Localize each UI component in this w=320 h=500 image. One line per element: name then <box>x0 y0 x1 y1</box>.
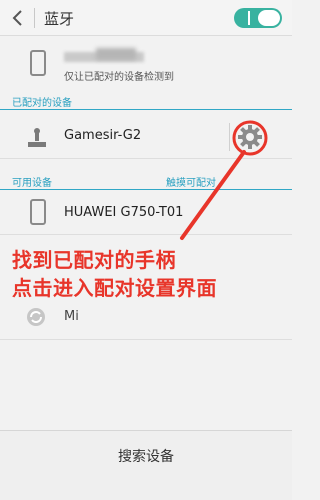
phone-icon <box>30 199 46 225</box>
paired-device-row[interactable]: Gamesir-G2 <box>0 115 292 159</box>
this-device-row[interactable]: 仅让已配对的设备检测到 <box>0 36 292 90</box>
page-title: 蓝牙 <box>44 10 75 28</box>
gamepad-icon <box>26 127 48 149</box>
available-section-header: 可用设备 触摸可配对 <box>0 170 292 190</box>
row-divider <box>229 123 230 151</box>
available-device-name: Mi <box>64 309 79 324</box>
available-device-row[interactable]: Mi <box>0 296 292 340</box>
toggle-on-mark <box>248 11 250 25</box>
paired-section-label: 已配对的设备 <box>12 98 72 109</box>
paired-section-header: 已配对的设备 <box>0 90 292 110</box>
touch-to-pair-label: 触摸可配对 <box>166 178 216 189</box>
bluetooth-toggle[interactable] <box>234 8 282 28</box>
gear-icon[interactable] <box>237 124 263 150</box>
phone-icon <box>30 50 46 76</box>
back-icon[interactable] <box>6 6 30 30</box>
annotation-line-2: 点击进入配对设置界面 <box>12 276 217 300</box>
visibility-subtitle: 仅让已配对的设备检测到 <box>64 72 174 83</box>
search-devices-button[interactable]: 搜索设备 <box>0 431 292 500</box>
search-devices-label: 搜索设备 <box>118 449 174 465</box>
available-device-row[interactable]: HUAWEI G750-T01 <box>0 191 292 235</box>
title-bar: 蓝牙 <box>0 0 292 36</box>
available-device-name: HUAWEI G750-T01 <box>64 205 184 220</box>
device-name-redacted-2 <box>96 48 136 60</box>
paired-device-name: Gamesir-G2 <box>64 128 142 143</box>
title-divider <box>34 8 35 28</box>
refresh-icon <box>26 307 46 327</box>
bottom-bar: 搜索设备 <box>0 430 292 500</box>
toggle-knob <box>258 10 280 26</box>
available-section-label: 可用设备 <box>12 178 52 189</box>
annotation-line-1: 找到已配对的手柄 <box>12 248 176 272</box>
